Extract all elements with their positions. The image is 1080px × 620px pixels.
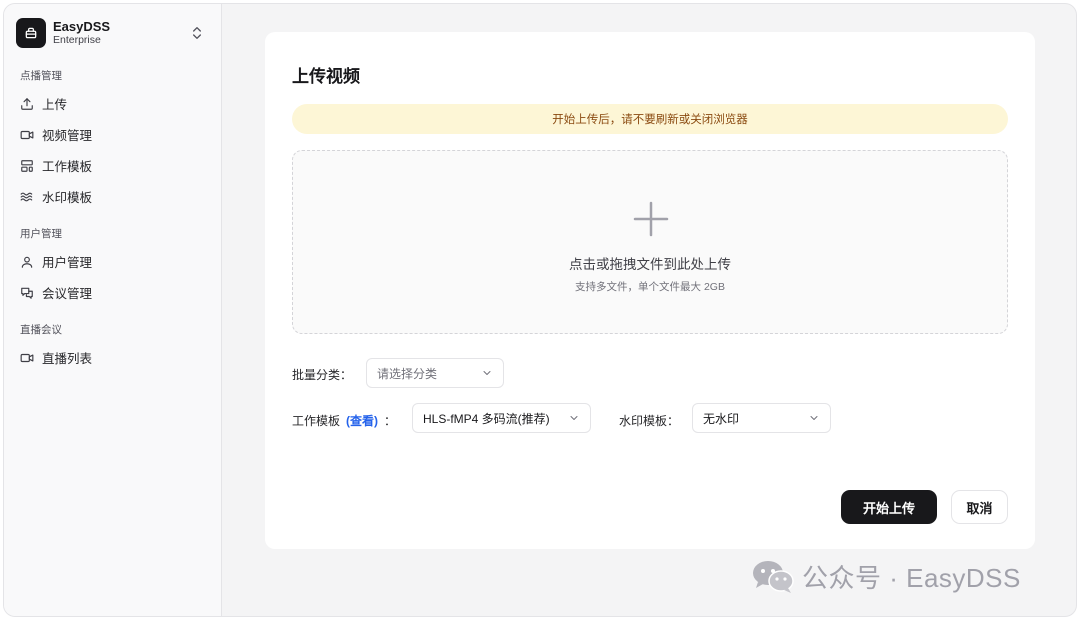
- sidebar-item-upload[interactable]: 上传: [14, 88, 211, 119]
- view-template-link[interactable]: (查看): [346, 414, 378, 428]
- layout-template-icon: [21, 159, 33, 172]
- user-icon: [21, 256, 33, 268]
- nav-group-users: 用户管理 用户管理 会议管理: [14, 226, 211, 308]
- nav-group-label: 直播会议: [20, 324, 62, 336]
- app-window: EasyDSS Enterprise 点播管理 上传 视频管理 工作模板 水印模…: [3, 3, 1077, 617]
- sidebar: EasyDSS Enterprise 点播管理 上传 视频管理 工作模板 水印模…: [4, 4, 222, 616]
- cancel-button[interactable]: 取消: [951, 490, 1008, 524]
- sidebar-item-label: 上传: [42, 98, 68, 112]
- work-template-label-text: 工作模板: [292, 414, 341, 428]
- upload-icon: [21, 97, 33, 110]
- nav-group-label: 用户管理: [20, 228, 62, 240]
- page-title: 上传视频: [292, 67, 360, 86]
- watermark-template-value: 无水印: [703, 411, 740, 426]
- batch-category-placeholder: 请选择分类: [377, 366, 438, 381]
- chevron-down-icon: [483, 371, 491, 375]
- wechat-icon: [753, 560, 794, 593]
- sidebar-item-label: 视频管理: [42, 129, 93, 143]
- sidebar-item-user-manage[interactable]: 用户管理: [14, 246, 211, 277]
- brand-edition: Enterprise: [53, 34, 101, 47]
- batch-category-label: 批量分类：: [292, 368, 353, 382]
- nav-group-label: 点播管理: [20, 70, 62, 82]
- video-icon: [20, 130, 34, 139]
- org-switcher[interactable]: EasyDSS Enterprise: [14, 16, 211, 50]
- work-template-select[interactable]: HLS-fMP4 多码流(推荐): [412, 403, 591, 433]
- work-template-value: HLS-fMP4 多码流(推荐): [423, 411, 550, 426]
- sidebar-item-label: 用户管理: [42, 256, 93, 270]
- upload-warning-banner: 开始上传后，请不要刷新或关闭浏览器: [292, 104, 1008, 134]
- watermark-text: 公众号 · EasyDSS: [802, 563, 1021, 593]
- sidebar-item-label: 直播列表: [42, 352, 93, 366]
- sidebar-item-live-list[interactable]: 直播列表: [14, 342, 211, 373]
- brand-name: EasyDSS: [53, 18, 111, 34]
- upload-card: 上传视频 开始上传后，请不要刷新或关闭浏览器 点击或拖拽文件到此处上传 支持多文…: [265, 32, 1035, 549]
- nav-group-live: 直播会议 直播列表: [14, 322, 211, 373]
- start-upload-button[interactable]: 开始上传: [841, 490, 937, 524]
- batch-category-select[interactable]: 请选择分类: [366, 358, 504, 388]
- work-template-colon: ：: [384, 414, 397, 428]
- dropzone-title: 点击或拖拽文件到此处上传: [569, 257, 731, 272]
- sidebar-item-work-template[interactable]: 工作模板: [14, 150, 211, 181]
- messages-icon: [21, 287, 33, 299]
- video-icon: [20, 353, 34, 362]
- nav-group-vod: 点播管理 上传 视频管理 工作模板 水印模板: [14, 68, 211, 212]
- sidebar-item-video-manage[interactable]: 视频管理: [14, 119, 211, 150]
- dropzone-subtitle: 支持多文件，单个文件最大 2GB: [575, 281, 725, 293]
- sidebar-item-label: 会议管理: [42, 287, 93, 301]
- sidebar-item-label: 水印模板: [42, 191, 93, 205]
- plus-icon: [633, 201, 669, 237]
- brand-logo: [16, 18, 46, 48]
- chevrons-up-down-icon: [193, 27, 201, 39]
- sidebar-item-label: 工作模板: [42, 160, 93, 174]
- watermark-template-label: 水印模板：: [619, 414, 680, 428]
- chevron-down-icon: [810, 416, 818, 420]
- main-content: 上传视频 开始上传后，请不要刷新或关闭浏览器 点击或拖拽文件到此处上传 支持多文…: [222, 4, 1076, 616]
- waves-icon: [20, 192, 33, 201]
- wechat-watermark: 公众号 · EasyDSS: [752, 558, 1021, 595]
- work-template-label: 工作模板 (查看) ：: [292, 412, 396, 429]
- watermark-template-select[interactable]: 无水印: [692, 403, 831, 433]
- sidebar-item-meeting-manage[interactable]: 会议管理: [14, 277, 211, 308]
- file-dropzone[interactable]: 点击或拖拽文件到此处上传 支持多文件，单个文件最大 2GB: [292, 150, 1008, 334]
- chevron-down-icon: [570, 416, 578, 420]
- sidebar-item-watermark-template[interactable]: 水印模板: [14, 181, 211, 212]
